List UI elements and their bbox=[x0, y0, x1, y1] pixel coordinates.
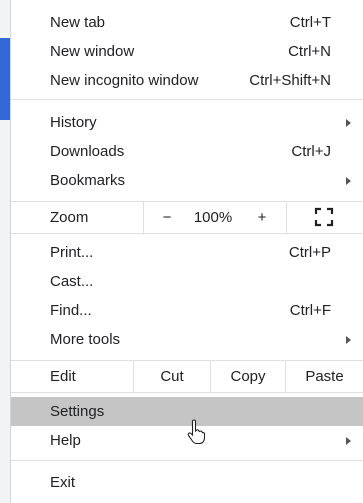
new-incognito-label: New incognito window bbox=[50, 72, 199, 89]
more-tools-label: More tools bbox=[50, 331, 121, 348]
new-tab-label: New tab bbox=[50, 14, 106, 31]
menu-item-print[interactable]: Print... Ctrl+P bbox=[11, 238, 363, 267]
cast-label: Cast... bbox=[50, 273, 94, 290]
new-window-shortcut: Ctrl+N bbox=[288, 43, 331, 60]
separator bbox=[11, 99, 363, 100]
separator bbox=[11, 392, 363, 393]
fullscreen-button[interactable] bbox=[314, 207, 334, 227]
menu-item-cast[interactable]: Cast... bbox=[11, 267, 363, 296]
settings-label: Settings bbox=[50, 403, 105, 420]
menu-item-downloads[interactable]: Downloads Ctrl+J bbox=[11, 137, 363, 166]
exit-label: Exit bbox=[50, 474, 76, 491]
mouse-pointer-icon bbox=[187, 419, 205, 445]
chevron-right-icon bbox=[346, 437, 351, 445]
downloads-shortcut: Ctrl+J bbox=[291, 143, 331, 160]
cut-button[interactable]: Cut bbox=[134, 361, 210, 392]
menu-item-find[interactable]: Find... Ctrl+F bbox=[11, 296, 363, 325]
history-label: History bbox=[50, 114, 97, 131]
find-shortcut: Ctrl+F bbox=[289, 302, 331, 319]
menu-item-history[interactable]: History bbox=[11, 108, 363, 137]
background-accent bbox=[0, 38, 10, 120]
new-incognito-shortcut: Ctrl+Shift+N bbox=[249, 72, 331, 89]
menu-item-more-tools[interactable]: More tools bbox=[11, 325, 363, 354]
edit-row: Edit Cut Copy Paste bbox=[11, 361, 363, 392]
chevron-right-icon bbox=[346, 119, 351, 127]
new-window-label: New window bbox=[50, 43, 135, 60]
new-tab-shortcut: Ctrl+T bbox=[289, 14, 331, 31]
separator bbox=[11, 460, 363, 461]
separator bbox=[11, 233, 363, 234]
menu-item-new-tab[interactable]: New tab Ctrl+T bbox=[11, 8, 363, 37]
zoom-divider bbox=[143, 202, 144, 233]
bookmarks-label: Bookmarks bbox=[50, 172, 126, 189]
zoom-label: Zoom bbox=[50, 209, 89, 226]
menu-item-new-incognito-window[interactable]: New incognito window Ctrl+Shift+N bbox=[11, 66, 363, 95]
menu-item-bookmarks[interactable]: Bookmarks bbox=[11, 166, 363, 195]
chevron-right-icon bbox=[346, 336, 351, 344]
print-shortcut: Ctrl+P bbox=[288, 244, 331, 261]
zoom-level: 100% bbox=[193, 209, 233, 226]
zoom-out-button[interactable]: − bbox=[156, 202, 178, 233]
zoom-divider bbox=[286, 202, 287, 233]
fullscreen-icon bbox=[314, 207, 334, 227]
copy-button[interactable]: Copy bbox=[211, 361, 285, 392]
zoom-row: Zoom − 100% + bbox=[11, 202, 363, 233]
find-label: Find... bbox=[50, 302, 92, 319]
zoom-in-button[interactable]: + bbox=[251, 202, 273, 233]
print-label: Print... bbox=[50, 244, 94, 261]
menu-item-new-window[interactable]: New window Ctrl+N bbox=[11, 37, 363, 66]
menu-item-exit[interactable]: Exit bbox=[11, 468, 363, 497]
paste-button[interactable]: Paste bbox=[286, 361, 363, 392]
downloads-label: Downloads bbox=[50, 143, 125, 160]
edit-label: Edit bbox=[50, 368, 76, 385]
chevron-right-icon bbox=[346, 177, 351, 185]
help-label: Help bbox=[50, 432, 81, 449]
